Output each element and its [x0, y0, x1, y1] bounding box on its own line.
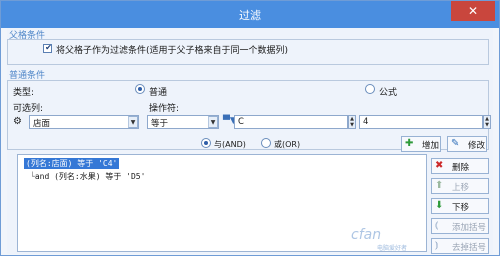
operator-select[interactable]: 等于 ▼ [147, 115, 219, 129]
field-input-value: C [238, 117, 244, 127]
title-bar[interactable]: 过滤 ✕ [1, 1, 499, 28]
add-button[interactable]: ✚ 增加 [401, 136, 441, 152]
column-select-value: 店面 [33, 119, 51, 129]
remove-bracket-button[interactable]: ⦆ 去掉括号 [431, 238, 489, 254]
field-spinner[interactable]: ▲ ▼ [348, 115, 356, 129]
radio-dot-icon [204, 141, 208, 145]
delete-button[interactable]: ✖ 删除 [431, 158, 489, 174]
watermark-logo: cfan [351, 227, 382, 243]
plus-icon: ✚ [405, 138, 414, 149]
list-item-text: and (列名:水果) 等于 'D5' [34, 172, 146, 181]
bracket-icon: ⦅ [435, 220, 439, 231]
radio-dot-icon [138, 87, 142, 91]
filter-dialog: 过滤 ✕ 父格条件 ✔ 将父格子作为过滤条件(适用于父子格来自于同一个数据列) … [0, 0, 500, 256]
logic-or-label: 或(OR) [274, 140, 301, 149]
value-spinner[interactable]: ▲ ▼ [483, 115, 491, 129]
arrow-up-icon: ⬆ [435, 180, 444, 191]
column-icon: ⚙ [13, 116, 22, 127]
bracket-icon: ⦆ [435, 240, 439, 251]
window-title: 过滤 [239, 9, 261, 22]
type-formula-label: 公式 [379, 88, 398, 98]
logic-and-label: 与(AND) [214, 140, 246, 149]
delete-x-icon: ✖ [435, 160, 444, 171]
list-item[interactable]: └and (列名:水果) 等于 'D5' [30, 171, 145, 182]
type-normal-label: 普通 [149, 88, 168, 98]
arrow-down-icon: ⬇ [435, 200, 444, 211]
move-up-button[interactable]: ⬆ 上移 [431, 178, 489, 194]
chevron-down-icon[interactable]: ▼ [128, 116, 138, 128]
type-formula-radio[interactable] [365, 84, 375, 94]
column-label: 可选列: [13, 104, 44, 114]
value-input-value: 4 [363, 117, 369, 127]
parent-filter-checkbox[interactable]: ✔ [43, 43, 52, 53]
field-input[interactable]: C [234, 115, 348, 129]
value-input[interactable]: 4 [359, 115, 483, 129]
logic-or-radio[interactable] [261, 138, 271, 148]
chevron-down-icon[interactable]: ▼ [208, 116, 218, 128]
move-down-button[interactable]: ⬇ 下移 [431, 198, 489, 214]
close-button[interactable]: ✕ [451, 1, 495, 21]
parent-filter-label: 将父格子作为过滤条件(适用于父子格来自于同一个数据列) [56, 46, 289, 56]
close-icon: ✕ [467, 4, 479, 18]
column-select[interactable]: 店面 ▼ [29, 115, 139, 129]
dialog-body: 父格条件 ✔ 将父格子作为过滤条件(适用于父子格来自于同一个数据列) 普通条件 … [7, 28, 493, 254]
modify-button[interactable]: ✎ 修改 [447, 136, 487, 152]
operator-select-value: 等于 [151, 119, 169, 129]
watermark-subtitle: 电脑爱好者 [377, 245, 408, 252]
check-icon: ✔ [45, 43, 52, 52]
type-label: 类型: [13, 88, 35, 98]
logic-and-radio[interactable] [201, 138, 211, 148]
list-item[interactable]: (列名:店面) 等于 'C4' [24, 158, 120, 169]
add-bracket-button[interactable]: ⦅ 添加括号 [431, 218, 489, 234]
type-normal-radio[interactable] [135, 84, 145, 94]
edit-icon: ✎ [451, 138, 460, 149]
operator-label: 操作符: [149, 104, 180, 114]
